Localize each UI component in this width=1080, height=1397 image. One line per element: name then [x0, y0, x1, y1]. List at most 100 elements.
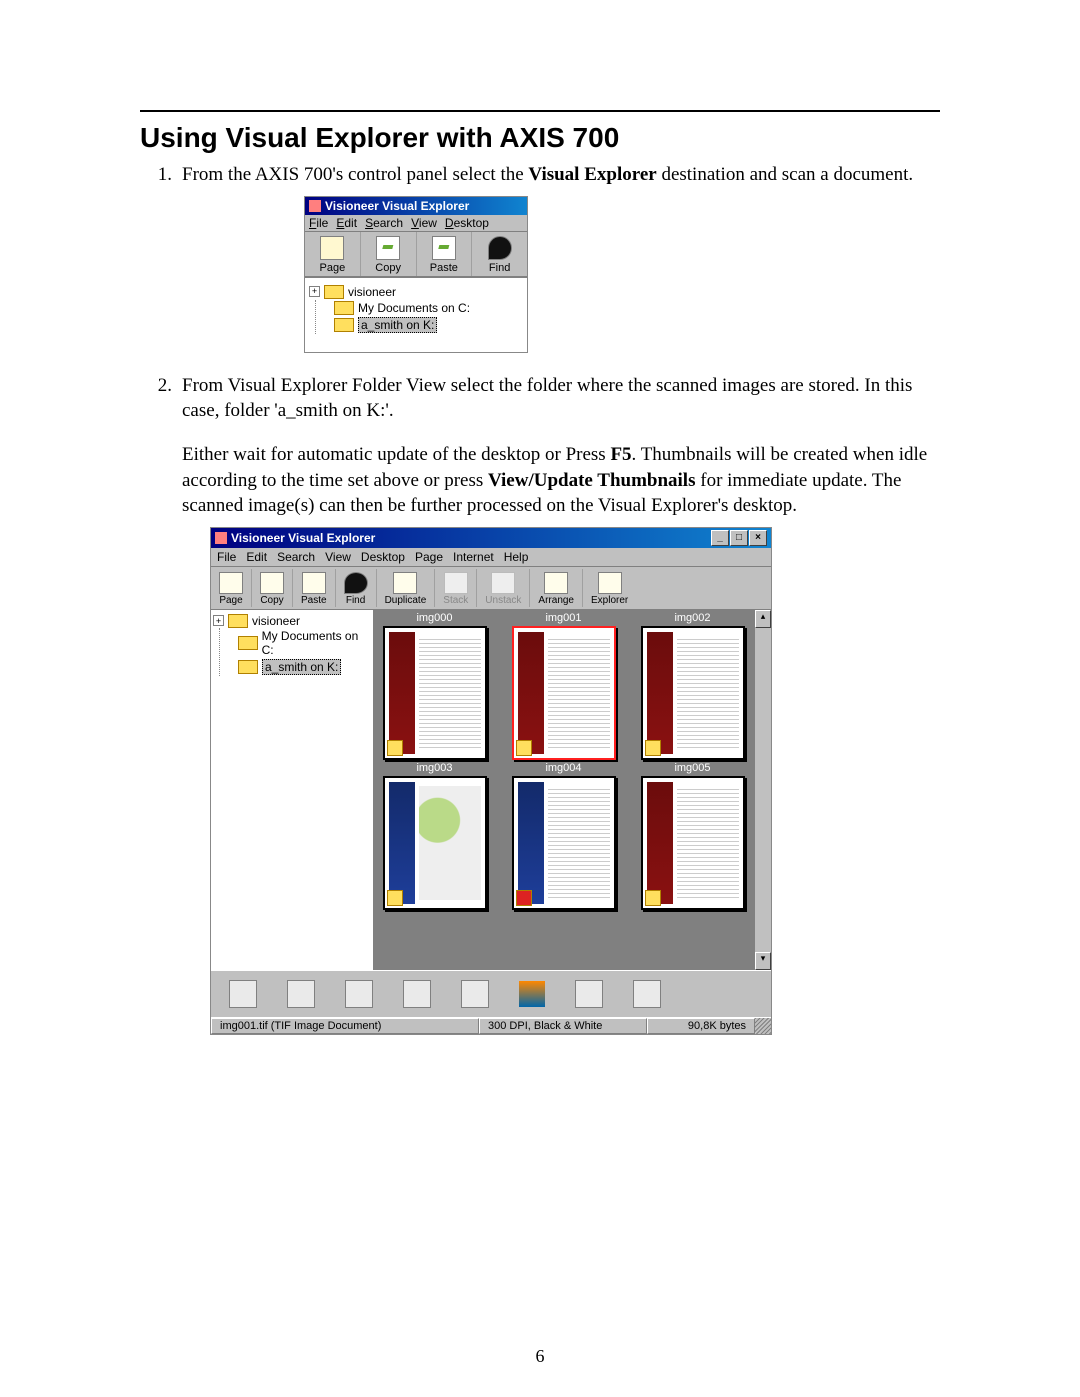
paragraph-update: Either wait for automatic update of the … — [182, 442, 940, 519]
shelf-printer-icon[interactable] — [287, 980, 315, 1008]
folder-icon — [238, 636, 258, 650]
tree-item-mydocs[interactable]: My Documents on C: — [334, 300, 523, 316]
badge-icon — [516, 890, 532, 906]
step-2-number: 2. — [140, 373, 182, 424]
thumbnail-img000[interactable]: img000 — [380, 612, 489, 760]
menu-file[interactable]: File — [309, 216, 328, 230]
toolbar-find-button[interactable]: Find — [336, 569, 377, 607]
thumbnail-img003[interactable]: img003 — [380, 762, 489, 910]
folder-icon — [334, 318, 354, 332]
tree-item-asmith[interactable]: a_smith on K: — [334, 316, 523, 334]
toolbar-page-button[interactable]: Page — [305, 232, 361, 276]
thumbnail-img005[interactable]: img005 — [638, 762, 747, 910]
find-icon — [344, 572, 368, 594]
shelf-mail-icon[interactable] — [575, 980, 603, 1008]
shelf-doc-icon[interactable] — [633, 980, 661, 1008]
toolbar-page-button[interactable]: Page — [211, 569, 252, 607]
thumbnail-img004[interactable]: img004 — [509, 762, 618, 910]
page-number: 6 — [0, 1346, 1080, 1367]
section-rule — [140, 110, 940, 112]
menu-page[interactable]: Page — [415, 550, 443, 564]
menu-internet[interactable]: Internet — [453, 550, 494, 564]
status-bar: img001.tif (TIF Image Document) 300 DPI,… — [211, 1017, 771, 1034]
toolbar-find-button[interactable]: Find — [472, 232, 527, 276]
badge-icon — [645, 740, 661, 756]
thumbnail-image-icon — [383, 626, 487, 760]
toolbar-copy-button[interactable]: Copy — [252, 569, 293, 607]
toolbar-paste-button[interactable]: Paste — [417, 232, 473, 276]
step-2-text: From Visual Explorer Folder View select … — [182, 373, 940, 424]
menu-edit[interactable]: Edit — [336, 216, 357, 230]
stack-icon — [444, 572, 468, 594]
menu-search[interactable]: Search — [365, 216, 403, 230]
arrange-icon — [544, 572, 568, 594]
page-icon — [320, 236, 344, 260]
thumbnail-image-icon — [512, 626, 616, 760]
shelf-globe-icon[interactable] — [403, 980, 431, 1008]
menu-desktop[interactable]: Desktop — [361, 550, 405, 564]
screenshot-1: Visioneer Visual Explorer File Edit Sear… — [304, 196, 528, 353]
thumbnail-image-icon — [641, 626, 745, 760]
toolbar-duplicate-button[interactable]: Duplicate — [377, 569, 436, 607]
toolbar-stack-button[interactable]: Stack — [435, 569, 477, 607]
menu-search[interactable]: Search — [277, 550, 315, 564]
thumbnail-img001[interactable]: img001 — [509, 612, 618, 760]
toolbar: Page Copy Paste Find Duplicate Stack Uns… — [211, 567, 771, 610]
window-titlebar: Visioneer Visual Explorer _ □ × — [211, 528, 771, 548]
tree-item-asmith[interactable]: a_smith on K: — [238, 658, 371, 676]
folder-icon — [238, 660, 258, 674]
window-title: Visioneer Visual Explorer — [325, 199, 469, 213]
menu-help[interactable]: Help — [504, 550, 529, 564]
thumbnail-image-icon — [641, 776, 745, 910]
folder-tree: + visioneer My Documents on C: a_smith o… — [305, 277, 527, 352]
shelf-app1-icon[interactable] — [345, 980, 373, 1008]
tree-root[interactable]: + visioneer — [309, 284, 523, 300]
shelf-app2-icon[interactable] — [461, 980, 489, 1008]
toolbar-unstack-button[interactable]: Unstack — [477, 569, 530, 607]
menu-view[interactable]: View — [325, 550, 351, 564]
resize-grip-icon[interactable] — [755, 1018, 771, 1034]
toolbar-explorer-button[interactable]: Explorer — [583, 569, 636, 607]
app-shelf — [211, 970, 771, 1017]
app-logo-icon — [215, 532, 227, 544]
vertical-scrollbar[interactable]: ▴ ▾ — [754, 610, 771, 970]
app-logo-icon — [309, 200, 321, 212]
folder-tree: + visioneer My Documents on C: a_smith o… — [211, 610, 374, 970]
toolbar: Page Copy Paste Find — [305, 232, 527, 277]
shelf-cp-icon[interactable] — [519, 981, 545, 1007]
section-heading: Using Visual Explorer with AXIS 700 — [140, 122, 940, 154]
find-icon — [488, 236, 512, 260]
main-area: + visioneer My Documents on C: a_smith o… — [211, 610, 771, 970]
menu-bar: File Edit Search View Desktop Page Inter… — [211, 548, 771, 567]
menu-desktop[interactable]: Desktop — [445, 216, 489, 230]
copy-icon — [376, 236, 400, 260]
minimize-button[interactable]: _ — [711, 530, 729, 546]
menu-view[interactable]: View — [411, 216, 437, 230]
page-icon — [219, 572, 243, 594]
thumbnail-img002[interactable]: img002 — [638, 612, 747, 760]
scroll-down-icon[interactable]: ▾ — [755, 952, 771, 970]
duplicate-icon — [393, 572, 417, 594]
toolbar-paste-button[interactable]: Paste — [293, 569, 336, 607]
toolbar-copy-button[interactable]: Copy — [361, 232, 417, 276]
thumbnail-image-icon — [512, 776, 616, 910]
tree-item-mydocs[interactable]: My Documents on C: — [238, 628, 371, 658]
menu-file[interactable]: File — [217, 550, 236, 564]
shelf-recycle-icon[interactable] — [229, 980, 257, 1008]
window-titlebar: Visioneer Visual Explorer — [305, 197, 527, 215]
step-1-text: From the AXIS 700's control panel select… — [182, 162, 940, 188]
expand-icon[interactable]: + — [213, 615, 224, 626]
thumbnail-image-icon — [383, 776, 487, 910]
unstack-icon — [491, 572, 515, 594]
menu-edit[interactable]: Edit — [246, 550, 267, 564]
step-2: 2. From Visual Explorer Folder View sele… — [140, 373, 940, 424]
tree-root[interactable]: + visioneer — [213, 614, 371, 628]
maximize-button[interactable]: □ — [730, 530, 748, 546]
expand-icon[interactable]: + — [309, 286, 320, 297]
toolbar-arrange-button[interactable]: Arrange — [530, 569, 583, 607]
close-button[interactable]: × — [749, 530, 767, 546]
scroll-up-icon[interactable]: ▴ — [755, 610, 771, 628]
status-size: 90,8K bytes — [647, 1018, 755, 1034]
status-filename: img001.tif (TIF Image Document) — [211, 1018, 479, 1034]
folder-icon — [228, 614, 248, 628]
